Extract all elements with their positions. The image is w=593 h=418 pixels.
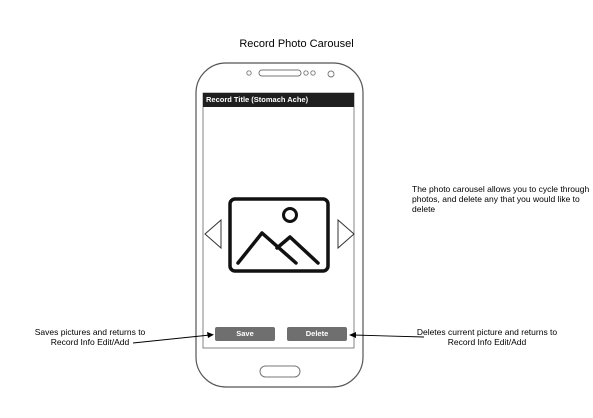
record-title-bar: Record Title (Stomach Ache)	[203, 93, 354, 107]
save-button[interactable]: Save	[215, 327, 275, 341]
carousel-note: The photo carousel allows you to cycle t…	[412, 184, 590, 214]
delete-note: Deletes current picture and returns to R…	[416, 327, 558, 347]
delete-button[interactable]: Delete	[287, 327, 347, 341]
save-note: Saves pictures and returns to Record Inf…	[34, 327, 146, 347]
phone-screen	[202, 92, 355, 349]
